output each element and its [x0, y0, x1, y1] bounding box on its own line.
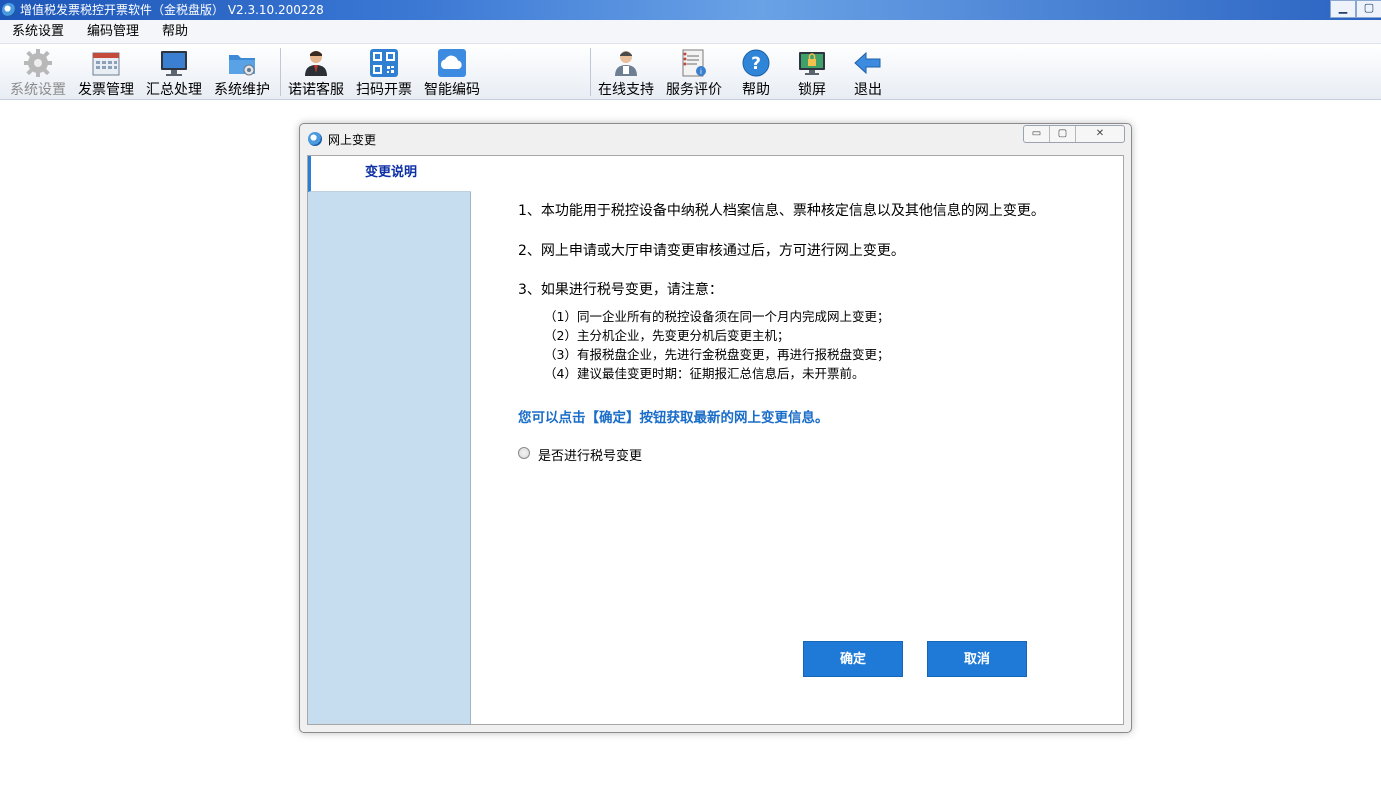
tab-change-description[interactable]: 变更说明: [308, 156, 471, 192]
lock-screen-icon: [799, 52, 825, 75]
invoice-icon: [92, 52, 120, 76]
confirm-button[interactable]: 确定: [803, 641, 903, 677]
help-icon: ?: [742, 49, 770, 77]
toolbar-label: 服务评价: [666, 82, 722, 98]
toolbar-scan-invoice-button[interactable]: 扫码开票: [352, 44, 416, 100]
toolbar-label: 帮助: [742, 82, 770, 98]
online-change-dialog: 网上变更 ▭ ▢ ✕ 变更说明 1、本功能用于税控设备中纳税人档案信息、票种核定…: [299, 123, 1132, 733]
svg-text:?: ?: [751, 54, 761, 74]
exit-arrow-icon: [854, 51, 881, 75]
toolbar-label: 在线支持: [598, 82, 654, 98]
toolbar-online-support-button[interactable]: 在线支持: [594, 44, 658, 100]
toolbar-lock-screen-button[interactable]: 锁屏: [786, 44, 838, 100]
dialog-sidebar: 变更说明: [308, 156, 471, 724]
toolbar-label: 诺诺客服: [288, 82, 344, 98]
toolbar-exit-button[interactable]: 退出: [842, 44, 894, 100]
toolbar-separator: [280, 48, 281, 96]
dialog-close-button[interactable]: ✕: [1076, 126, 1124, 142]
app-title-bar: 增值税发票税控开票软件（金税盘版） V2.3.10.200228 ▁ ▢: [0, 0, 1381, 20]
app-title: 增值税发票税控开票软件（金税盘版） V2.3.10.200228: [20, 3, 324, 17]
qr-code-icon: [370, 49, 398, 77]
dialog-logo-icon: [308, 132, 322, 146]
user-support-icon: [615, 51, 637, 76]
toolbar-summary-processing-button[interactable]: 汇总处理: [142, 44, 206, 100]
toolbar: 系统设置 发票管理 汇总处理 系统维护 诺诺客服 扫码开票 智能编码 在线支持 …: [0, 44, 1381, 100]
menu-help[interactable]: 帮助: [162, 23, 188, 41]
toolbar-label: 发票管理: [78, 82, 134, 98]
folder-settings-icon: [229, 55, 255, 76]
app-logo-icon: [2, 3, 16, 17]
hint-text: 您可以点击【确定】按钮获取最新的网上变更信息。: [518, 410, 829, 426]
svg-text:i: i: [700, 68, 702, 76]
dialog-title-bar: 网上变更 ▭ ▢ ✕: [300, 124, 1131, 152]
toolbar-label: 智能编码: [424, 82, 480, 98]
toolbar-smart-coding-button[interactable]: 智能编码: [420, 44, 484, 100]
toolbar-label: 扫码开票: [356, 82, 412, 98]
toolbar-label: 退出: [854, 82, 882, 98]
dialog-body: 变更说明 1、本功能用于税控设备中纳税人档案信息、票种核定信息以及其他信息的网上…: [307, 155, 1124, 725]
gear-icon: [24, 49, 52, 77]
dialog-minimize-button[interactable]: ▭: [1024, 126, 1050, 142]
menu-code-management[interactable]: 编码管理: [87, 23, 139, 41]
dialog-window-controls: ▭ ▢ ✕: [1023, 125, 1125, 143]
dialog-content: 1、本功能用于税控设备中纳税人档案信息、票种核定信息以及其他信息的网上变更。 2…: [472, 156, 1123, 724]
toolbar-separator: [590, 48, 591, 96]
notice-item-1: （1）同一企业所有的税控设备须在同一个月内完成网上变更；: [544, 309, 890, 324]
description-line-1: 1、本功能用于税控设备中纳税人档案信息、票种核定信息以及其他信息的网上变更。: [518, 203, 1045, 219]
menu-system-settings[interactable]: 系统设置: [12, 23, 64, 41]
toolbar-invoice-management-button[interactable]: 发票管理: [74, 44, 138, 100]
notice-item-4: （4）建议最佳变更时期：征期报汇总信息后，未开票前。: [544, 366, 865, 381]
toolbar-service-evaluation-button[interactable]: i 服务评价: [662, 44, 726, 100]
toolbar-label: 系统设置: [10, 82, 66, 98]
toolbar-system-settings-button[interactable]: 系统设置: [6, 44, 70, 100]
toolbar-system-maintenance-button[interactable]: 系统维护: [210, 44, 274, 100]
tax-id-change-label: 是否进行税号变更: [538, 449, 643, 464]
cloud-icon: [438, 49, 466, 77]
notice-item-2: （2）主分机企业，先变更分机后变更主机；: [544, 328, 790, 343]
cancel-button[interactable]: 取消: [927, 641, 1027, 677]
dialog-title: 网上变更: [328, 133, 377, 147]
minimize-button[interactable]: ▁: [1330, 0, 1356, 18]
toolbar-help-button[interactable]: ? 帮助: [730, 44, 782, 100]
toolbar-nuonuo-service-button[interactable]: 诺诺客服: [284, 44, 348, 100]
customer-service-icon: [305, 51, 327, 76]
toolbar-label: 锁屏: [798, 82, 826, 98]
tab-label: 变更说明: [364, 165, 417, 180]
dialog-restore-button[interactable]: ▢: [1050, 126, 1076, 142]
toolbar-label: 系统维护: [214, 82, 270, 98]
monitor-icon: [161, 51, 187, 76]
notice-item-3: （3）有报税盘企业，先进行金税盘变更，再进行报税盘变更；: [544, 347, 890, 362]
description-line-2: 2、网上申请或大厅申请变更审核通过后，方可进行网上变更。: [518, 243, 905, 259]
evaluation-icon: i: [682, 49, 706, 77]
menu-bar: 系统设置 编码管理 帮助: [0, 20, 1381, 44]
tax-id-change-radio[interactable]: [518, 447, 530, 459]
description-line-3: 3、如果进行税号变更，请注意：: [518, 282, 723, 298]
toolbar-label: 汇总处理: [146, 82, 202, 98]
maximize-button[interactable]: ▢: [1356, 0, 1381, 18]
